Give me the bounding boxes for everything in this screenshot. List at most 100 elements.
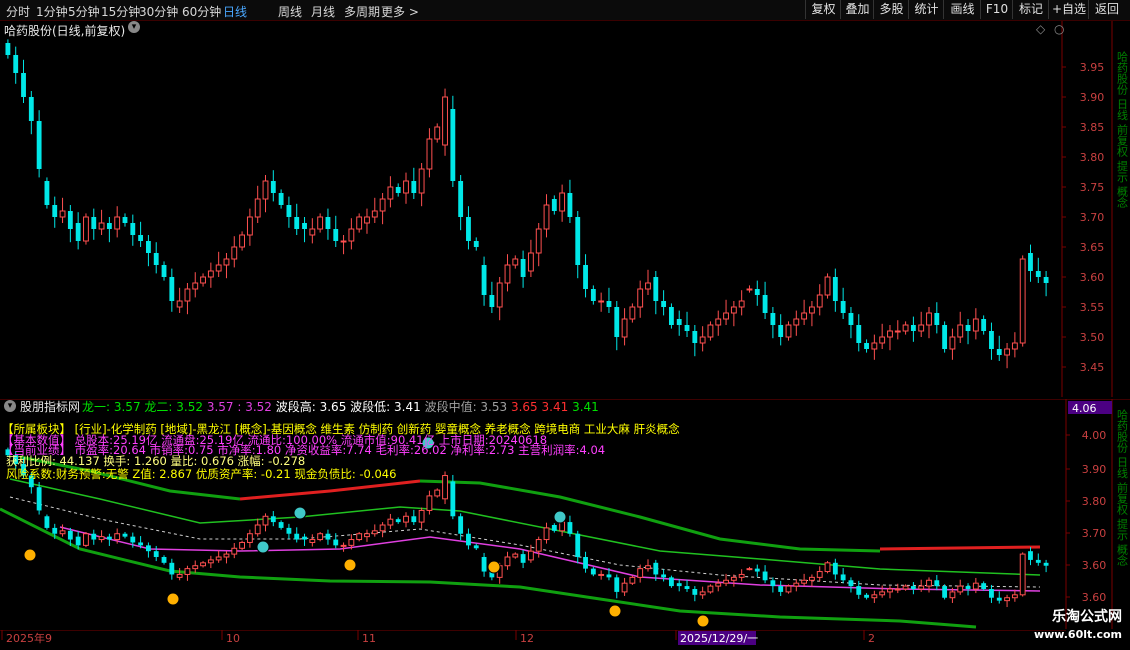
chevron-down-icon[interactable]: ▾ xyxy=(128,21,140,33)
ind-candle-body xyxy=(223,553,230,558)
ind-candle-body xyxy=(138,542,144,546)
legend-item-4: 波段低: 3.41 xyxy=(350,400,425,414)
price-tick-label: 3.75 xyxy=(1080,181,1105,194)
ind-candle-body xyxy=(122,533,128,537)
period-tab-4[interactable]: 30分钟 xyxy=(139,3,178,20)
candle-body xyxy=(44,181,50,205)
period-tab-9[interactable]: 多周期 xyxy=(344,3,380,20)
candle-body xyxy=(28,97,34,121)
ind-candle-body xyxy=(98,536,105,541)
ind-candle-body xyxy=(504,556,511,567)
candle-body xyxy=(887,330,893,338)
toolbar-button-8[interactable]: 返回 xyxy=(1088,0,1125,19)
ind-candle-body xyxy=(411,516,417,523)
ind-tick-label: 4.00 xyxy=(1082,429,1107,442)
ind-candle-body xyxy=(387,518,394,526)
toolbar-button-0[interactable]: 复权 xyxy=(805,0,841,19)
toolbar-button-6[interactable]: 标记 xyxy=(1012,0,1049,19)
legend-item-8: 3.41 xyxy=(572,400,599,414)
ind-candle-body xyxy=(629,576,636,584)
period-tab-1[interactable]: 1分钟 xyxy=(36,3,68,20)
ind-candle-body xyxy=(840,574,846,581)
chart-title: 哈药股份(日线,前复权) xyxy=(4,24,126,38)
ind-candle-body xyxy=(67,530,73,540)
ind-candle-body xyxy=(707,585,714,593)
watermark-url: www.60lt.com xyxy=(1033,628,1122,641)
toolbar-button-1[interactable]: 叠加 xyxy=(840,0,874,19)
candle-body xyxy=(59,210,66,218)
ind-candle-body xyxy=(91,533,97,540)
toolbar-button-4[interactable]: 画线 xyxy=(943,0,981,19)
ind-candle-body xyxy=(325,533,331,540)
ind-candle-body xyxy=(614,577,620,592)
diamond-icon[interactable]: ◇ xyxy=(1036,22,1045,36)
candle-body xyxy=(949,336,956,350)
ind-candle-body xyxy=(106,536,112,540)
candle-body xyxy=(239,234,246,248)
ind-candle-body xyxy=(262,515,269,526)
ind-candle-body xyxy=(661,574,667,578)
ind-candle-body xyxy=(59,530,66,535)
close-icon[interactable]: ○ xyxy=(1054,22,1064,36)
ind-candle-body xyxy=(848,580,854,587)
candle-body xyxy=(36,121,42,169)
period-tab-3[interactable]: 15分钟 xyxy=(101,3,140,20)
ind-candle-body xyxy=(278,522,284,528)
period-tab-6[interactable]: 日线 xyxy=(223,3,247,20)
ind-candle-body xyxy=(598,573,605,576)
candle-body xyxy=(1011,342,1018,350)
candle-body xyxy=(246,216,253,236)
period-tab-8[interactable]: 月线 xyxy=(311,3,335,20)
ind-candle-body xyxy=(83,533,89,546)
ind-candle-body xyxy=(215,556,222,561)
candle-body xyxy=(98,222,105,230)
sell-signal-icon xyxy=(256,540,270,554)
candle-body xyxy=(543,204,550,230)
candlestick-chart[interactable]: 3.95 3.90 3.85 3.80 3.75 3.70 3.65 3.60 3.55 3.50… xyxy=(0,21,1130,397)
sell-signal-icon xyxy=(293,506,307,520)
candle-body xyxy=(364,216,370,224)
candle-body xyxy=(629,306,636,320)
ind-candle-body xyxy=(333,539,339,546)
ind-candle-body xyxy=(684,586,690,589)
ind-candle-body xyxy=(856,586,862,595)
candle-body xyxy=(153,253,159,265)
ind-candle-body xyxy=(746,568,753,571)
ind-candle-body xyxy=(192,565,199,570)
ind-candle-body xyxy=(176,573,183,578)
indicator-name[interactable]: 股朋指标网 xyxy=(20,398,80,415)
candle-body xyxy=(910,325,916,331)
legend-item-0: 龙一: 3.57 xyxy=(82,400,145,414)
ind-candle-body xyxy=(887,588,893,593)
ind-candle-body xyxy=(161,557,167,563)
toolbar-button-5[interactable]: F10 xyxy=(980,0,1013,19)
legend-item-3: 波段高: 3.65 xyxy=(275,400,351,414)
ind-candle-body xyxy=(981,583,987,589)
legend-item-2: 3.57 : 3.52 xyxy=(206,400,276,414)
period-tab-10[interactable]: 更多 > xyxy=(381,3,419,20)
toolbar-button-2[interactable]: 多股 xyxy=(873,0,909,19)
settings-icon[interactable]: ▾ xyxy=(4,400,16,412)
period-tab-2[interactable]: 5分钟 xyxy=(68,3,100,20)
candle-body xyxy=(762,295,768,313)
toolbar-button-3[interactable]: 统计 xyxy=(908,0,944,19)
ind-candle-body xyxy=(527,550,534,561)
date-axis: 2025年9 10 11 12 2025/12/29/一 2 xyxy=(0,630,1130,650)
buy-signal-icon xyxy=(487,560,501,574)
period-tab-5[interactable]: 60分钟 xyxy=(182,3,221,20)
candle-body xyxy=(894,330,901,333)
period-tab-7[interactable]: 周线 xyxy=(278,3,302,20)
ind-candle-body xyxy=(894,588,901,591)
candle-body xyxy=(934,313,940,325)
date-label: 10 xyxy=(226,632,240,645)
ind-side-text: 哈药股份 日线 前复权 提示 概念 xyxy=(1116,409,1129,566)
sell-signal-icon xyxy=(553,510,567,524)
candle-body xyxy=(637,288,644,308)
period-tab-0[interactable]: 分时 xyxy=(6,3,30,20)
ind-candle-body xyxy=(957,585,964,593)
toolbar-button-7[interactable]: +自选 xyxy=(1048,0,1089,19)
watermark-name: 乐淘公式网 xyxy=(1052,609,1122,625)
date-label: 12 xyxy=(520,632,534,645)
ind-candle-body xyxy=(864,594,869,598)
price-tick-label: 3.80 xyxy=(1080,151,1105,164)
